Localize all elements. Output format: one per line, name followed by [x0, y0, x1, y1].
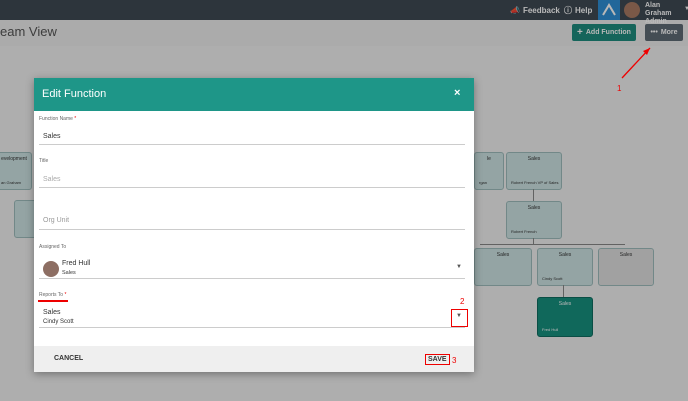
reports-to-label: Reports To * [39, 292, 66, 298]
function-name-label-text: Function Name [39, 116, 73, 122]
reports-to-value: Sales [43, 309, 61, 316]
assigned-role: Sales [62, 270, 76, 276]
close-icon[interactable]: × [454, 87, 460, 99]
annotation-label: 1 [617, 84, 622, 93]
assigned-to-dropdown[interactable]: ▼ [456, 264, 462, 270]
required-mark: * [74, 116, 77, 122]
assigned-to-label: Assigned To [39, 244, 67, 250]
dialog-footer: CANCEL SAVE 3 [34, 346, 474, 372]
annotation-label: 2 [460, 297, 465, 306]
field-underline [39, 229, 465, 230]
save-button[interactable]: SAVE [425, 354, 450, 365]
annotation-label: 3 [452, 356, 457, 365]
edit-function-dialog: Edit Function × Function Name * Sales Ti… [34, 78, 474, 372]
field-underline [39, 144, 465, 145]
annotation-arrow [621, 47, 651, 79]
dialog-title: Edit Function [42, 88, 107, 100]
function-name-input[interactable]: Sales [43, 133, 61, 140]
avatar [43, 261, 59, 277]
dialog-header: Edit Function × [34, 78, 474, 111]
reports-to-person: Cindy Scott [43, 319, 74, 325]
annotation-underline [38, 300, 68, 302]
function-name-label: Function Name * [39, 116, 76, 122]
field-underline [39, 278, 465, 279]
title-label: Title [39, 158, 49, 164]
assigned-name: Fred Hull [62, 260, 91, 267]
field-underline [39, 327, 465, 328]
required-mark: * [64, 292, 67, 298]
cancel-button[interactable]: CANCEL [54, 355, 83, 362]
reports-to-dropdown[interactable]: ▼ [456, 313, 462, 319]
title-input[interactable]: Sales [43, 176, 61, 183]
org-unit-input[interactable]: Org Unit [43, 217, 69, 224]
reports-to-label-text: Reports To [39, 292, 64, 298]
field-underline [39, 187, 465, 188]
